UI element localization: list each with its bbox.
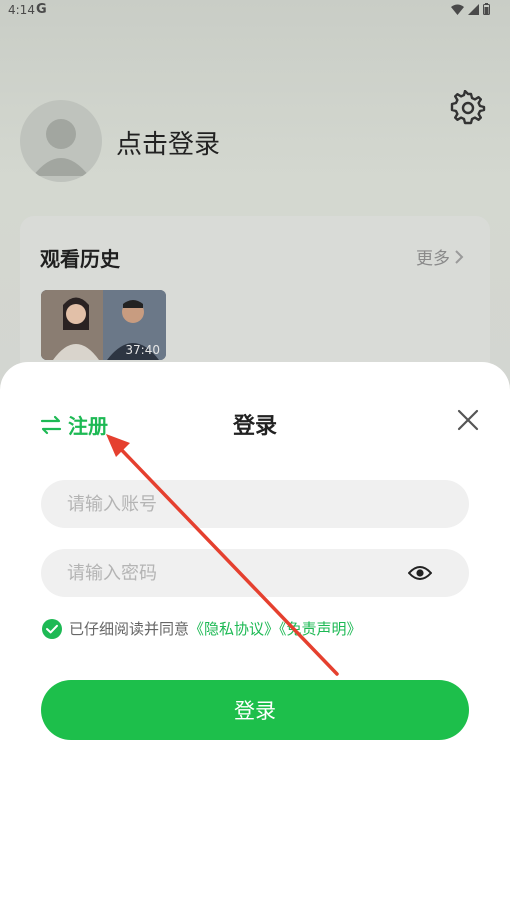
login-prompt[interactable]: 点击登录 <box>116 124 220 161</box>
watch-history-card: 观看历史 更多 37:40 <box>20 216 490 386</box>
wifi-icon <box>451 4 464 15</box>
history-more-link[interactable]: 更多 <box>416 244 464 269</box>
history-title: 观看历史 <box>40 247 120 271</box>
status-time: 4:14 <box>8 3 35 17</box>
default-user-icon <box>33 119 89 176</box>
chevron-right-icon <box>455 249 464 264</box>
history-video-thumbnail[interactable]: 37:40 <box>41 290 166 360</box>
account-input[interactable] <box>41 480 469 528</box>
login-sheet: 注册 登录 已仔细阅读并同意《隐私协议》《免责声明》 登录 <box>0 362 510 907</box>
close-icon[interactable] <box>456 408 480 432</box>
avatar[interactable] <box>20 100 102 182</box>
privacy-policy-link[interactable]: 《隐私协议》 <box>189 620 279 638</box>
battery-icon <box>483 3 490 15</box>
disclaimer-link[interactable]: 《免责声明》 <box>279 620 362 638</box>
sheet-title: 登录 <box>232 414 277 439</box>
agreement-row: 已仔细阅读并同意《隐私协议》《免责声明》 <box>42 618 362 639</box>
video-duration: 37:40 <box>125 343 160 357</box>
status-icons <box>451 3 490 15</box>
show-password-eye-icon[interactable] <box>408 564 432 582</box>
status-bar: 4:14 G <box>0 0 510 22</box>
google-icon: G <box>36 2 47 17</box>
login-submit-button[interactable]: 登录 <box>41 680 469 740</box>
history-more-label: 更多 <box>416 249 450 269</box>
password-input[interactable] <box>41 549 469 597</box>
signal-icon <box>468 3 479 15</box>
settings-gear-icon[interactable] <box>450 90 486 126</box>
agreement-checkbox-icon[interactable] <box>42 618 62 639</box>
agreement-text: 已仔细阅读并同意 <box>69 620 190 638</box>
